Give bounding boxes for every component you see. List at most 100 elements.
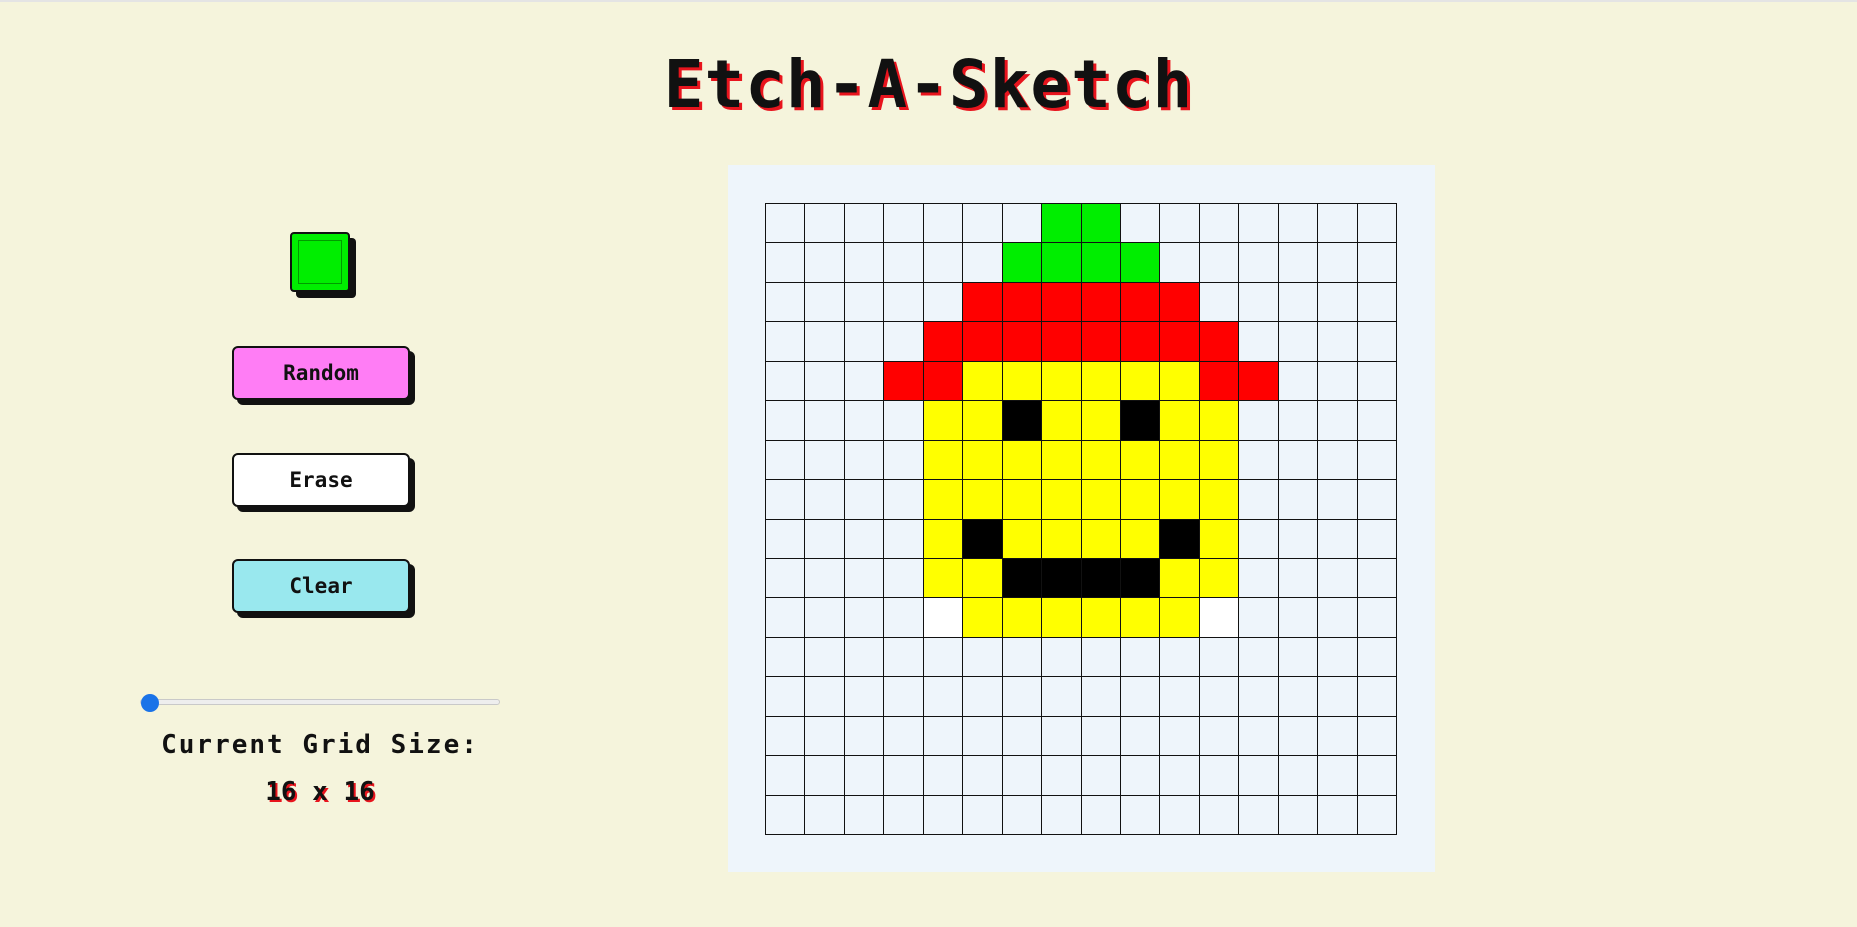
grid-cell[interactable]	[1199, 519, 1240, 559]
grid-cell[interactable]	[766, 361, 806, 402]
grid-cell[interactable]	[1357, 756, 1397, 796]
grid-cell[interactable]	[1160, 637, 1200, 678]
grid-cell[interactable]	[1002, 756, 1043, 796]
grid-cell[interactable]	[1081, 401, 1121, 441]
grid-cell[interactable]	[1081, 480, 1121, 520]
grid-cell[interactable]	[1199, 322, 1240, 362]
grid-cell[interactable]	[963, 598, 1003, 638]
grid-cell[interactable]	[766, 756, 806, 796]
grid-cell[interactable]	[844, 243, 885, 283]
grid-cell[interactable]	[1318, 637, 1358, 678]
grid-cell[interactable]	[805, 322, 845, 362]
grid-cell[interactable]	[1120, 440, 1161, 481]
grid-cell[interactable]	[805, 440, 845, 481]
grid-cell[interactable]	[1318, 204, 1358, 244]
grid-cell[interactable]	[1042, 756, 1082, 796]
grid-cell[interactable]	[1357, 282, 1397, 323]
grid-cell[interactable]	[1239, 558, 1279, 599]
grid-cell[interactable]	[923, 519, 964, 559]
grid-cell[interactable]	[1357, 795, 1397, 835]
grid-cell[interactable]	[884, 795, 924, 835]
grid-cell[interactable]	[805, 282, 845, 323]
grid-cell[interactable]	[884, 558, 924, 599]
grid-cell[interactable]	[1199, 204, 1240, 244]
grid-cell[interactable]	[844, 558, 885, 599]
grid-cell[interactable]	[1278, 716, 1319, 757]
grid-cell[interactable]	[1081, 204, 1121, 244]
grid-cell[interactable]	[1042, 282, 1082, 323]
grid-cell[interactable]	[1120, 243, 1161, 283]
grid-cell[interactable]	[1199, 558, 1240, 599]
grid-cell[interactable]	[963, 243, 1003, 283]
grid-cell[interactable]	[884, 677, 924, 717]
grid-cell[interactable]	[766, 519, 806, 559]
grid-cell[interactable]	[1318, 598, 1358, 638]
grid-cell[interactable]	[1239, 361, 1279, 402]
grid-cell[interactable]	[1160, 361, 1200, 402]
grid-cell[interactable]	[963, 558, 1003, 599]
grid-cell[interactable]	[805, 401, 845, 441]
grid-cell[interactable]	[1081, 440, 1121, 481]
grid-cell[interactable]	[1278, 440, 1319, 481]
grid-cell[interactable]	[963, 322, 1003, 362]
grid-cell[interactable]	[1002, 677, 1043, 717]
grid-cell[interactable]	[1239, 756, 1279, 796]
grid-cell[interactable]	[1318, 558, 1358, 599]
grid-cell[interactable]	[844, 756, 885, 796]
grid-cell[interactable]	[1081, 795, 1121, 835]
slider-track[interactable]	[140, 699, 500, 705]
grid-cell[interactable]	[766, 401, 806, 441]
grid-cell[interactable]	[1120, 322, 1161, 362]
grid-cell[interactable]	[963, 756, 1003, 796]
grid-cell[interactable]	[1199, 598, 1240, 638]
grid-cell[interactable]	[1160, 716, 1200, 757]
grid-cell[interactable]	[1318, 519, 1358, 559]
grid-cell[interactable]	[805, 204, 845, 244]
grid-cell[interactable]	[884, 401, 924, 441]
grid-cell[interactable]	[1357, 204, 1397, 244]
grid-cell[interactable]	[766, 598, 806, 638]
color-picker[interactable]	[290, 232, 350, 292]
grid-cell[interactable]	[923, 558, 964, 599]
grid-cell[interactable]	[1120, 756, 1161, 796]
grid-cell[interactable]	[1160, 558, 1200, 599]
grid-cell[interactable]	[1278, 480, 1319, 520]
grid-cell[interactable]	[1357, 361, 1397, 402]
grid-cell[interactable]	[1357, 243, 1397, 283]
grid-cell[interactable]	[884, 756, 924, 796]
grid-cell[interactable]	[1081, 361, 1121, 402]
grid-cell[interactable]	[1239, 716, 1279, 757]
grid-cell[interactable]	[1278, 558, 1319, 599]
grid-cell[interactable]	[1318, 756, 1358, 796]
grid-cell[interactable]	[1278, 401, 1319, 441]
grid-cell[interactable]	[923, 440, 964, 481]
grid-cell[interactable]	[1042, 243, 1082, 283]
clear-button[interactable]: Clear	[232, 559, 410, 613]
grid-cell[interactable]	[1278, 756, 1319, 796]
grid-cell[interactable]	[884, 322, 924, 362]
grid-cell[interactable]	[1239, 598, 1279, 638]
grid-cell[interactable]	[1357, 322, 1397, 362]
grid-cell[interactable]	[1199, 637, 1240, 678]
grid-cell[interactable]	[805, 598, 845, 638]
grid-cell[interactable]	[1042, 558, 1082, 599]
grid-cell[interactable]	[923, 637, 964, 678]
grid-cell[interactable]	[1002, 637, 1043, 678]
grid-cell[interactable]	[1160, 282, 1200, 323]
grid-cell[interactable]	[1199, 480, 1240, 520]
grid-cell[interactable]	[1160, 795, 1200, 835]
grid-cell[interactable]	[1318, 243, 1358, 283]
grid-cell[interactable]	[805, 243, 845, 283]
grid-cell[interactable]	[1002, 322, 1043, 362]
grid-cell[interactable]	[1160, 519, 1200, 559]
grid-cell[interactable]	[1160, 480, 1200, 520]
grid-cell[interactable]	[884, 598, 924, 638]
grid-cell[interactable]	[1318, 716, 1358, 757]
grid-cell[interactable]	[923, 480, 964, 520]
grid-cell[interactable]	[844, 440, 885, 481]
grid-cell[interactable]	[766, 243, 806, 283]
grid-cell[interactable]	[1081, 243, 1121, 283]
random-button[interactable]: Random	[232, 346, 410, 400]
grid-cell[interactable]	[884, 243, 924, 283]
grid-cell[interactable]	[1357, 677, 1397, 717]
